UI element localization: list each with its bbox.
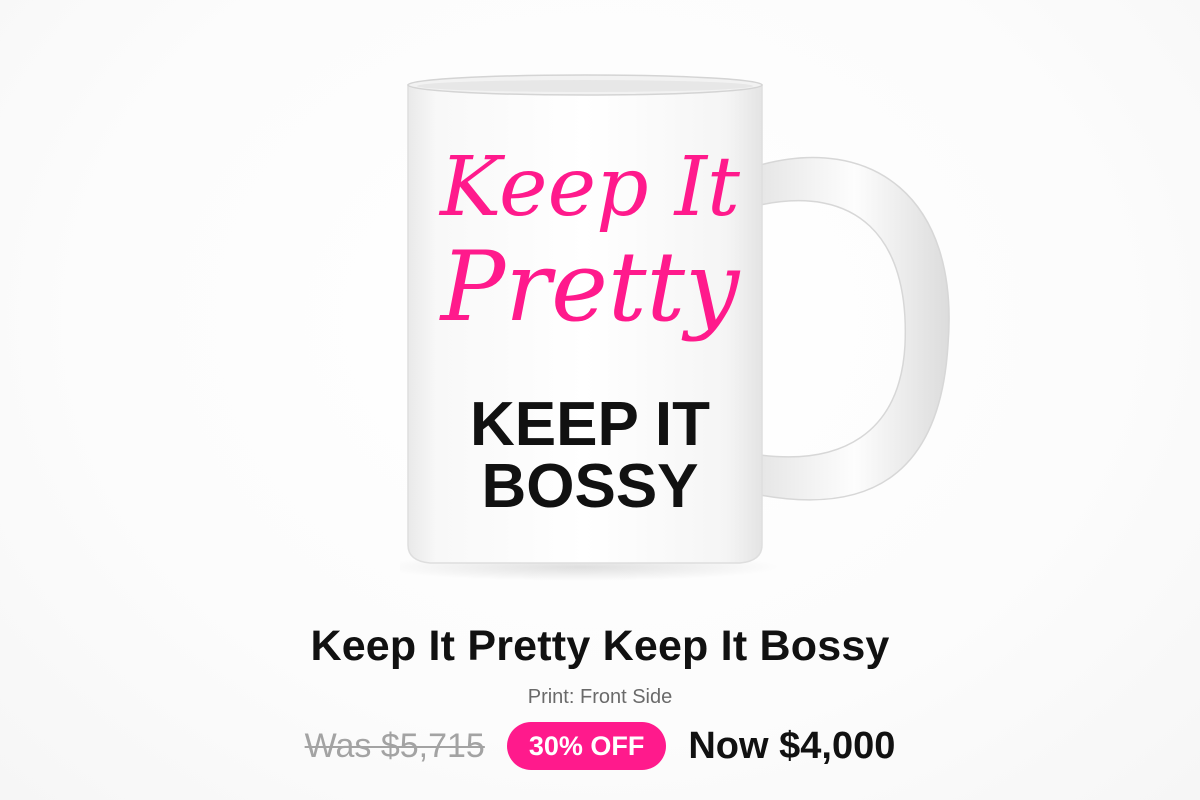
product-image[interactable]: Keep It Pretty KEEP IT BOSSY bbox=[400, 55, 960, 615]
mug-bold-line-2: BOSSY bbox=[481, 452, 698, 521]
mug-illustration: Keep It Pretty KEEP IT BOSSY bbox=[400, 74, 950, 581]
product-card: Keep It Pretty KEEP IT BOSSY Keep It Pre… bbox=[0, 0, 1200, 800]
current-price: Now $4,000 bbox=[688, 724, 896, 767]
price-row: Was $5,715 30% OFF Now $4,000 bbox=[0, 722, 1200, 771]
mug-bold-line-1: KEEP IT bbox=[470, 390, 710, 459]
original-price: Was $5,715 bbox=[304, 726, 485, 765]
mug-script-line-1: Keep It bbox=[438, 140, 741, 235]
product-title[interactable]: Keep It Pretty Keep It Bossy bbox=[0, 622, 1200, 671]
print-side-label: Print: Front Side bbox=[527, 686, 673, 708]
discount-badge: 30% OFF bbox=[506, 722, 667, 771]
mug-script-line-2: Pretty bbox=[439, 231, 741, 343]
